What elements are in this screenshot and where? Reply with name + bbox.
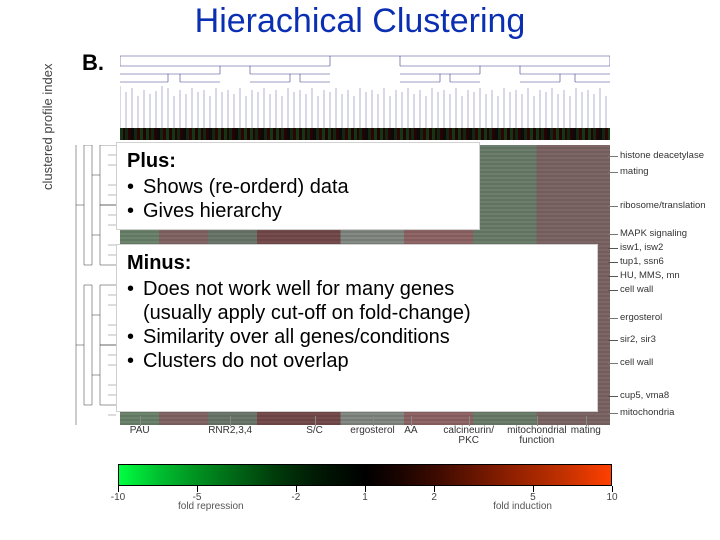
col-cat-mitochondrial-function: mitochondrial function	[507, 426, 566, 446]
anno-cell-wall-1: cell wall	[620, 285, 714, 295]
minus-item-3: Clusters do not overlap	[143, 349, 587, 373]
row-cluster-annotations: histone deacetylase mating ribosome/tran…	[614, 145, 714, 425]
col-cat-ergosterol: ergosterol	[350, 426, 394, 436]
anno-cell-wall-2: cell wall	[620, 358, 714, 368]
col-cat-pau: PAU	[130, 426, 150, 436]
col-cat-rnr234: RNR2,3,4	[208, 426, 252, 436]
anno-histone-deacetylase: histone deacetylase	[620, 151, 714, 161]
color-scale-ticks: -10 -5 -2 1 2 5 10	[118, 486, 612, 498]
heatmap-top-strip	[120, 128, 610, 140]
minus-heading: Minus:	[127, 251, 587, 275]
anno-isw1-isw2: isw1, isw2	[620, 243, 714, 253]
col-cat-mating: mating	[571, 426, 601, 436]
plus-item-2: Gives hierarchy	[143, 199, 469, 223]
y-axis-label: clustered profile index	[40, 64, 55, 190]
plus-box: Plus: •Shows (re-orderd) data •Gives hie…	[116, 142, 480, 230]
bullet-icon: •	[127, 175, 143, 199]
anno-tup1-ssn6: tup1, ssn6	[620, 257, 714, 267]
bullet-icon: •	[127, 349, 143, 373]
col-cat-sc: S/C	[306, 426, 323, 436]
anno-hu-mms-mn: HU, MMS, mn	[620, 271, 714, 281]
plus-heading: Plus:	[127, 149, 469, 173]
anno-cup5-vma8: cup5, vma8	[620, 391, 714, 401]
column-dendrogram	[120, 46, 610, 128]
scale-label-induction: fold induction	[493, 501, 552, 512]
color-scale-gradient	[118, 464, 612, 486]
col-cat-calcineurin-pkc: calcineurin/ PKC	[443, 426, 494, 446]
anno-mapk-signaling: MAPK signaling	[620, 229, 714, 239]
slide: Hierachical Clustering B.	[0, 0, 720, 540]
anno-ergosterol: ergosterol	[620, 313, 714, 323]
anno-mating: mating	[620, 167, 714, 177]
color-scale-labels: fold repression fold induction	[118, 498, 612, 512]
anno-mitochondria: mitochondria	[620, 408, 714, 418]
bullet-icon: •	[127, 199, 143, 223]
slide-title: Hierachical Clustering	[0, 4, 720, 40]
anno-sir2-sir3: sir2, sir3	[620, 335, 714, 345]
minus-item-1-sub: (usually apply cut-off on fold-change)	[143, 301, 587, 325]
color-scale: -10 -5 -2 1 2 5 10 fold repression fold …	[118, 464, 612, 524]
minus-box: Minus: •Does not work well for many gene…	[116, 244, 598, 412]
column-cluster-annotations: PAU RNR2,3,4 S/C ergosterol AA calcineur…	[120, 426, 610, 454]
minus-item-2: Similarity over all genes/conditions	[143, 325, 587, 349]
panel-label: B.	[82, 50, 104, 76]
plus-item-1: Shows (re-orderd) data	[143, 175, 469, 199]
bullet-icon: •	[127, 325, 143, 349]
scale-label-repression: fold repression	[178, 501, 244, 512]
row-dendrogram	[72, 145, 116, 425]
bullet-icon: •	[127, 277, 143, 301]
anno-ribosome-translation: ribosome/translation	[620, 201, 714, 211]
col-cat-aa: AA	[404, 426, 417, 436]
minus-item-1: Does not work well for many genes	[143, 277, 587, 301]
